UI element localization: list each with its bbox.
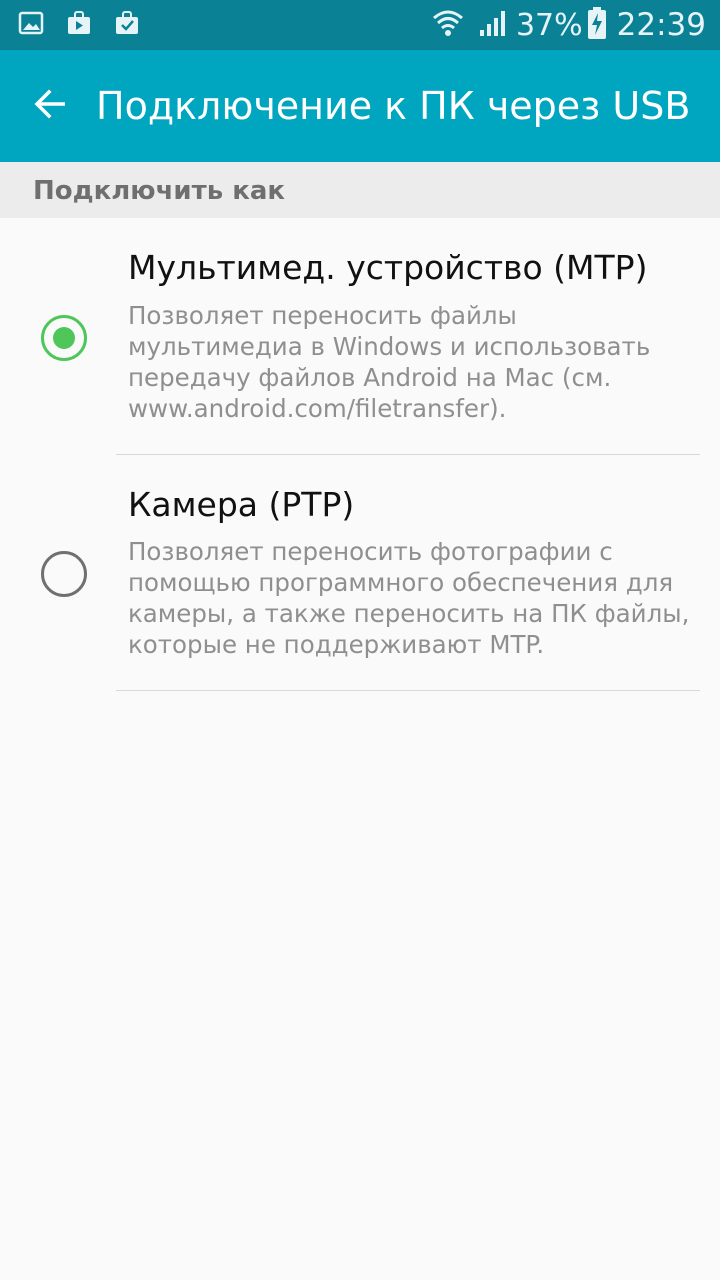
option-description-line: помощью программного обеспечения для	[128, 568, 674, 597]
option-description-line: www.android.com/filetransfer).	[128, 394, 507, 423]
page-title: Подключение к ПК через USB	[96, 84, 691, 128]
app-bar: Подключение к ПК через USB	[0, 50, 720, 162]
option-description: Позволяет переносить фотографии с помощь…	[128, 536, 698, 660]
option-title: Камера (PTP)	[128, 485, 355, 524]
status-bar: 37% 22:39	[0, 0, 720, 50]
back-button[interactable]	[22, 78, 78, 134]
option-title: Мультимед. устройство (MTP)	[128, 248, 648, 287]
wifi-icon	[432, 8, 464, 42]
divider	[116, 690, 700, 691]
option-description-line: Позволяет переносить фотографии с	[128, 537, 613, 566]
option-description-line: Позволяет переносить файлы	[128, 301, 517, 330]
arrow-back-icon	[33, 89, 67, 123]
clock: 22:39	[616, 7, 706, 43]
play-store-icon	[66, 10, 92, 36]
clipboard-check-icon	[114, 10, 140, 36]
option-description-line: мультимедиа в Windows и использовать	[128, 332, 651, 361]
section-title: Подключить как	[33, 176, 286, 206]
option-mtp[interactable]: Мультимед. устройство (MTP) Позволяет пе…	[0, 218, 720, 455]
battery-percent: 37%	[515, 7, 583, 43]
option-ptp[interactable]: Камера (PTP) Позволяет переносить фотогр…	[0, 455, 720, 691]
radio-selected-dot	[53, 327, 75, 349]
battery-charging-icon	[587, 6, 607, 44]
section-header: Подключить как	[0, 162, 720, 218]
gallery-icon	[18, 10, 44, 36]
option-description-line: которые не поддерживают MTP.	[128, 630, 545, 659]
radio-ptp[interactable]	[41, 551, 87, 597]
option-description-line: камеры, а также переносить на ПК файлы,	[128, 599, 690, 628]
option-description: Позволяет переносить файлы мультимедиа в…	[128, 300, 698, 424]
cell-signal-icon	[478, 8, 508, 42]
option-description-line: передачу файлов Android на Mac (см.	[128, 363, 612, 392]
radio-mtp[interactable]	[41, 315, 87, 361]
